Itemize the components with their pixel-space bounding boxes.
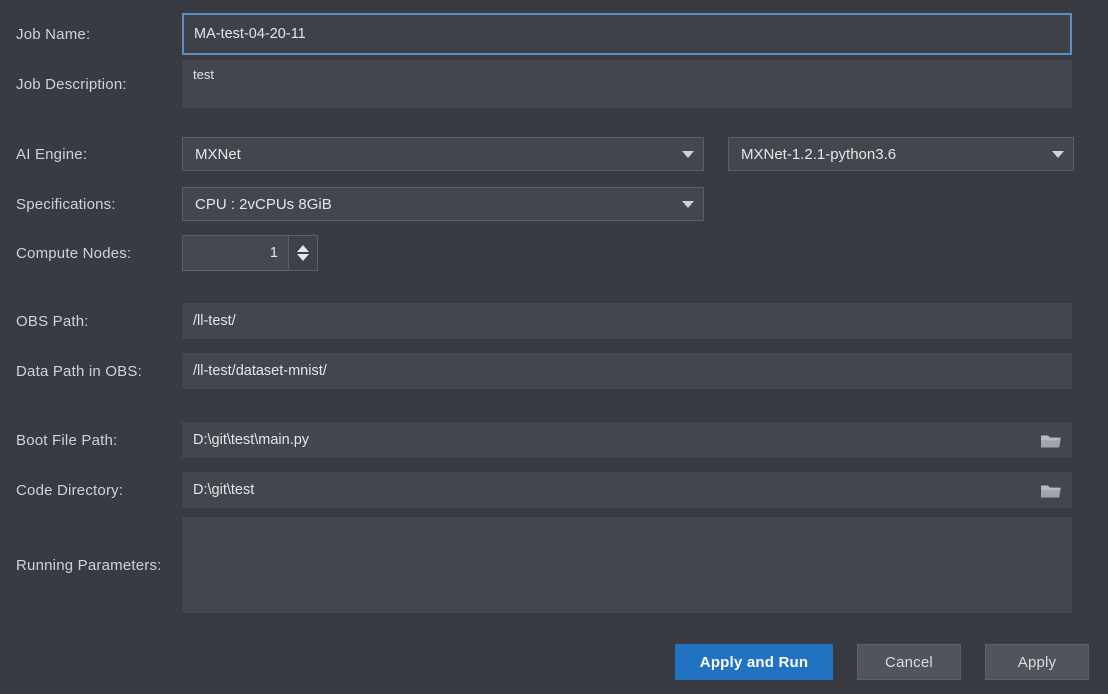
triangle-down-icon[interactable] (297, 254, 309, 261)
cancel-button[interactable]: Cancel (857, 644, 961, 680)
ai-engine-version-select[interactable]: MXNet-1.2.1-python3.6 (728, 137, 1074, 171)
ai-engine-select[interactable]: MXNet (182, 137, 704, 171)
compute-nodes-input[interactable]: 1 (182, 235, 288, 271)
chevron-down-icon (682, 151, 694, 158)
specifications-label: Specifications: (0, 196, 182, 213)
row-code-directory: Code Directory: D:\git\test (0, 472, 1108, 508)
chevron-down-icon (682, 201, 694, 208)
dialog-footer: Apply and Run Cancel Apply (0, 630, 1108, 694)
job-name-label: Job Name: (0, 26, 182, 43)
code-directory-field-wrap: D:\git\test (182, 472, 1072, 508)
compute-nodes-stepper[interactable]: 1 (182, 235, 318, 271)
specifications-select[interactable]: CPU : 2vCPUs 8GiB (182, 187, 704, 221)
ai-engine-value: MXNet (195, 146, 241, 163)
folder-icon[interactable] (1040, 432, 1062, 449)
folder-icon[interactable] (1040, 482, 1062, 499)
compute-nodes-label: Compute Nodes: (0, 245, 182, 262)
ai-engine-version-value: MXNet-1.2.1-python3.6 (741, 146, 896, 163)
row-ai-engine: AI Engine: MXNet MXNet-1.2.1-python3.6 (0, 136, 1108, 172)
job-name-input[interactable]: MA-test-04-20-11 (182, 13, 1072, 55)
row-boot-file-path: Boot File Path: D:\git\test\main.py (0, 422, 1108, 458)
row-obs-path: OBS Path: /ll-test/ (0, 303, 1108, 339)
job-description-input[interactable]: test (182, 60, 1072, 108)
data-path-in-obs-label: Data Path in OBS: (0, 363, 182, 380)
compute-nodes-spin-buttons[interactable] (288, 235, 318, 271)
running-parameters-input[interactable] (182, 517, 1072, 613)
row-compute-nodes: Compute Nodes: 1 (0, 235, 1108, 271)
boot-file-path-input[interactable]: D:\git\test\main.py (182, 422, 1072, 458)
row-specifications: Specifications: CPU : 2vCPUs 8GiB (0, 186, 1108, 222)
triangle-up-icon[interactable] (297, 245, 309, 252)
specifications-value: CPU : 2vCPUs 8GiB (195, 196, 332, 213)
job-description-label: Job Description: (0, 76, 182, 93)
apply-and-run-button[interactable]: Apply and Run (675, 644, 833, 680)
running-parameters-label: Running Parameters: (0, 557, 182, 574)
row-data-path-in-obs: Data Path in OBS: /ll-test/dataset-mnist… (0, 353, 1108, 389)
row-running-parameters: Running Parameters: (0, 517, 1108, 613)
boot-file-path-label: Boot File Path: (0, 432, 182, 449)
data-path-in-obs-input[interactable]: /ll-test/dataset-mnist/ (182, 353, 1072, 389)
obs-path-input[interactable]: /ll-test/ (182, 303, 1072, 339)
create-training-job-dialog: Job Name: MA-test-04-20-11 Job Descripti… (0, 0, 1108, 694)
row-job-description: Job Description: test (0, 60, 1108, 108)
ai-engine-label: AI Engine: (0, 146, 182, 163)
chevron-down-icon (1052, 151, 1064, 158)
apply-button[interactable]: Apply (985, 644, 1089, 680)
boot-file-path-field-wrap: D:\git\test\main.py (182, 422, 1072, 458)
code-directory-label: Code Directory: (0, 482, 182, 499)
code-directory-input[interactable]: D:\git\test (182, 472, 1072, 508)
row-job-name: Job Name: MA-test-04-20-11 (0, 12, 1108, 56)
obs-path-label: OBS Path: (0, 313, 182, 330)
